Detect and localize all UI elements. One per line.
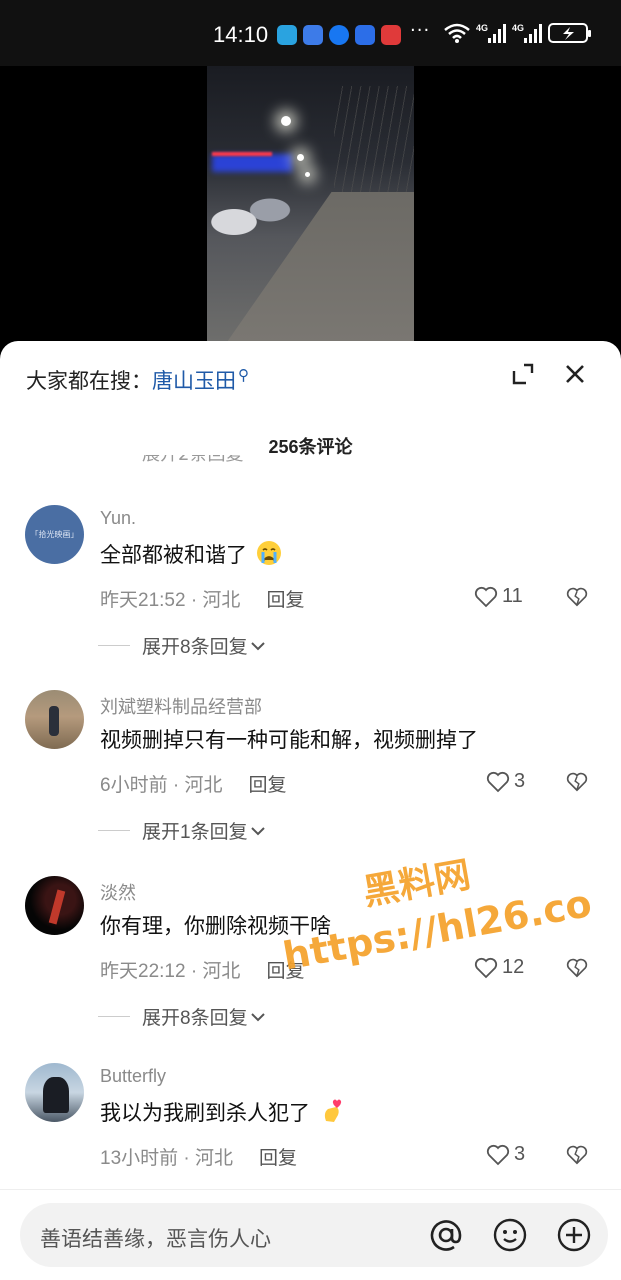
comment-input[interactable]: 善语结善缘，恶言伤人心 xyxy=(20,1203,608,1267)
trending-search-prefix: 大家都在搜： xyxy=(26,370,152,393)
battery-icon xyxy=(548,23,591,43)
heart-icon xyxy=(474,957,498,978)
broken-heart-icon[interactable] xyxy=(566,957,588,979)
search-icon: ⚲ xyxy=(238,367,249,384)
expand-replies-button[interactable]: 展开8条回复 xyxy=(98,1003,268,1030)
comment-time-location: 13小时前 · 河北 xyxy=(100,1148,234,1169)
comment-meta: 6小时前 · 河北 回复 xyxy=(100,770,286,797)
like-count: 12 xyxy=(502,956,525,978)
avatar[interactable]: 「拾光映画」 xyxy=(25,505,84,564)
add-icon[interactable] xyxy=(556,1217,592,1253)
like-count: 3 xyxy=(514,770,526,792)
expand-replies-button[interactable]: 展开1条回复 xyxy=(98,817,268,844)
app-notification-icon xyxy=(381,25,401,45)
like-button[interactable]: 3 xyxy=(486,770,525,793)
emoji-icon[interactable] xyxy=(492,1217,528,1253)
comment-username[interactable]: Butterfly xyxy=(100,1066,166,1087)
signal-icon-2: 4G xyxy=(512,23,542,43)
heart-icon xyxy=(474,586,498,607)
comment-input-placeholder: 善语结善缘，恶言伤人心 xyxy=(40,1228,271,1251)
comment-meta: 昨天21:52 · 河北 回复 xyxy=(100,585,304,612)
comment-username[interactable]: 刘斌塑料制品经营部 xyxy=(100,693,262,719)
heart-icon xyxy=(486,1144,510,1165)
expand-replies-button[interactable]: 展开8条回复 xyxy=(98,632,268,659)
reply-button[interactable]: 回复 xyxy=(266,590,304,611)
avatar[interactable] xyxy=(25,690,84,749)
crying-emoji-icon xyxy=(256,541,281,565)
divider xyxy=(0,1189,621,1190)
like-button[interactable]: 12 xyxy=(474,956,524,979)
broken-heart-icon[interactable] xyxy=(566,586,588,608)
avatar[interactable] xyxy=(25,1063,84,1122)
comment-time-location: 昨天21:52 · 河北 xyxy=(100,590,241,611)
chevron-down-icon xyxy=(250,641,265,650)
system-icons: 4G 4G xyxy=(444,22,591,44)
telegram-notification-icon xyxy=(277,25,297,45)
avatar-label: 「拾光映画」 xyxy=(30,530,79,539)
comment-time-location: 6小时前 · 河北 xyxy=(100,775,223,796)
like-count: 11 xyxy=(502,585,523,607)
finger-heart-emoji-icon xyxy=(324,1099,342,1122)
trending-search[interactable]: 大家都在搜：唐山玉田 ⚲ xyxy=(26,365,249,395)
video-player[interactable] xyxy=(207,66,414,342)
reply-button[interactable]: 回复 xyxy=(248,775,286,796)
broken-heart-icon[interactable] xyxy=(566,771,588,793)
comment-meta: 昨天22:12 · 河北 回复 xyxy=(100,956,304,983)
chevron-down-icon xyxy=(250,1012,265,1021)
avatar[interactable] xyxy=(25,876,84,935)
heart-icon xyxy=(486,771,510,792)
mention-icon[interactable] xyxy=(428,1217,464,1253)
comment-text: 全部都被和谐了 xyxy=(100,539,283,569)
comment-count-title: 256条评论 xyxy=(268,437,353,457)
like-count: 3 xyxy=(514,1143,526,1165)
close-icon[interactable] xyxy=(562,361,588,387)
chevron-down-icon xyxy=(250,826,265,835)
trending-search-term[interactable]: 唐山玉田 xyxy=(152,370,236,393)
partial-expand-replies[interactable]: 展开2条回复 ˅ xyxy=(142,455,302,469)
comment-time-location: 昨天22:12 · 河北 xyxy=(100,961,241,982)
network-type-label: 4G xyxy=(476,23,488,33)
status-time: 14:10 xyxy=(213,22,269,47)
signal-icon: 4G xyxy=(476,23,506,43)
expand-icon[interactable] xyxy=(512,363,534,385)
wireless-notification-icon xyxy=(303,25,323,45)
wifi-icon xyxy=(444,23,470,43)
comment-text: 视频删掉只有一种可能和解，视频删掉了 xyxy=(100,729,478,752)
reply-button[interactable]: 回复 xyxy=(266,961,304,982)
comment-username[interactable]: Yun. xyxy=(100,508,136,529)
more-notifications-icon: ··· xyxy=(410,20,431,41)
broken-heart-icon[interactable] xyxy=(566,1144,588,1166)
comment-text: 你有理，你删除视频干啥 xyxy=(100,915,331,938)
message-notification-icon xyxy=(329,25,349,45)
like-button[interactable]: 3 xyxy=(486,1143,525,1166)
comment-username[interactable]: 淡然 xyxy=(100,879,136,905)
browser-notification-icon xyxy=(355,25,375,45)
comment-meta: 13小时前 · 河北 回复 xyxy=(100,1143,297,1170)
comment-text: 我以为我刷到杀人犯了 xyxy=(100,1097,346,1127)
like-button[interactable]: 11 xyxy=(474,585,523,608)
status-bar: 14:10 ··· 4G 4G xyxy=(0,0,621,66)
reply-button[interactable]: 回复 xyxy=(259,1148,297,1169)
network-type-label-2: 4G xyxy=(512,23,524,33)
comments-sheet: 大家都在搜：唐山玉田⚲ 256条评论 展开2条回复 ˅ 「拾光映画」 Yun. … xyxy=(0,341,621,1280)
